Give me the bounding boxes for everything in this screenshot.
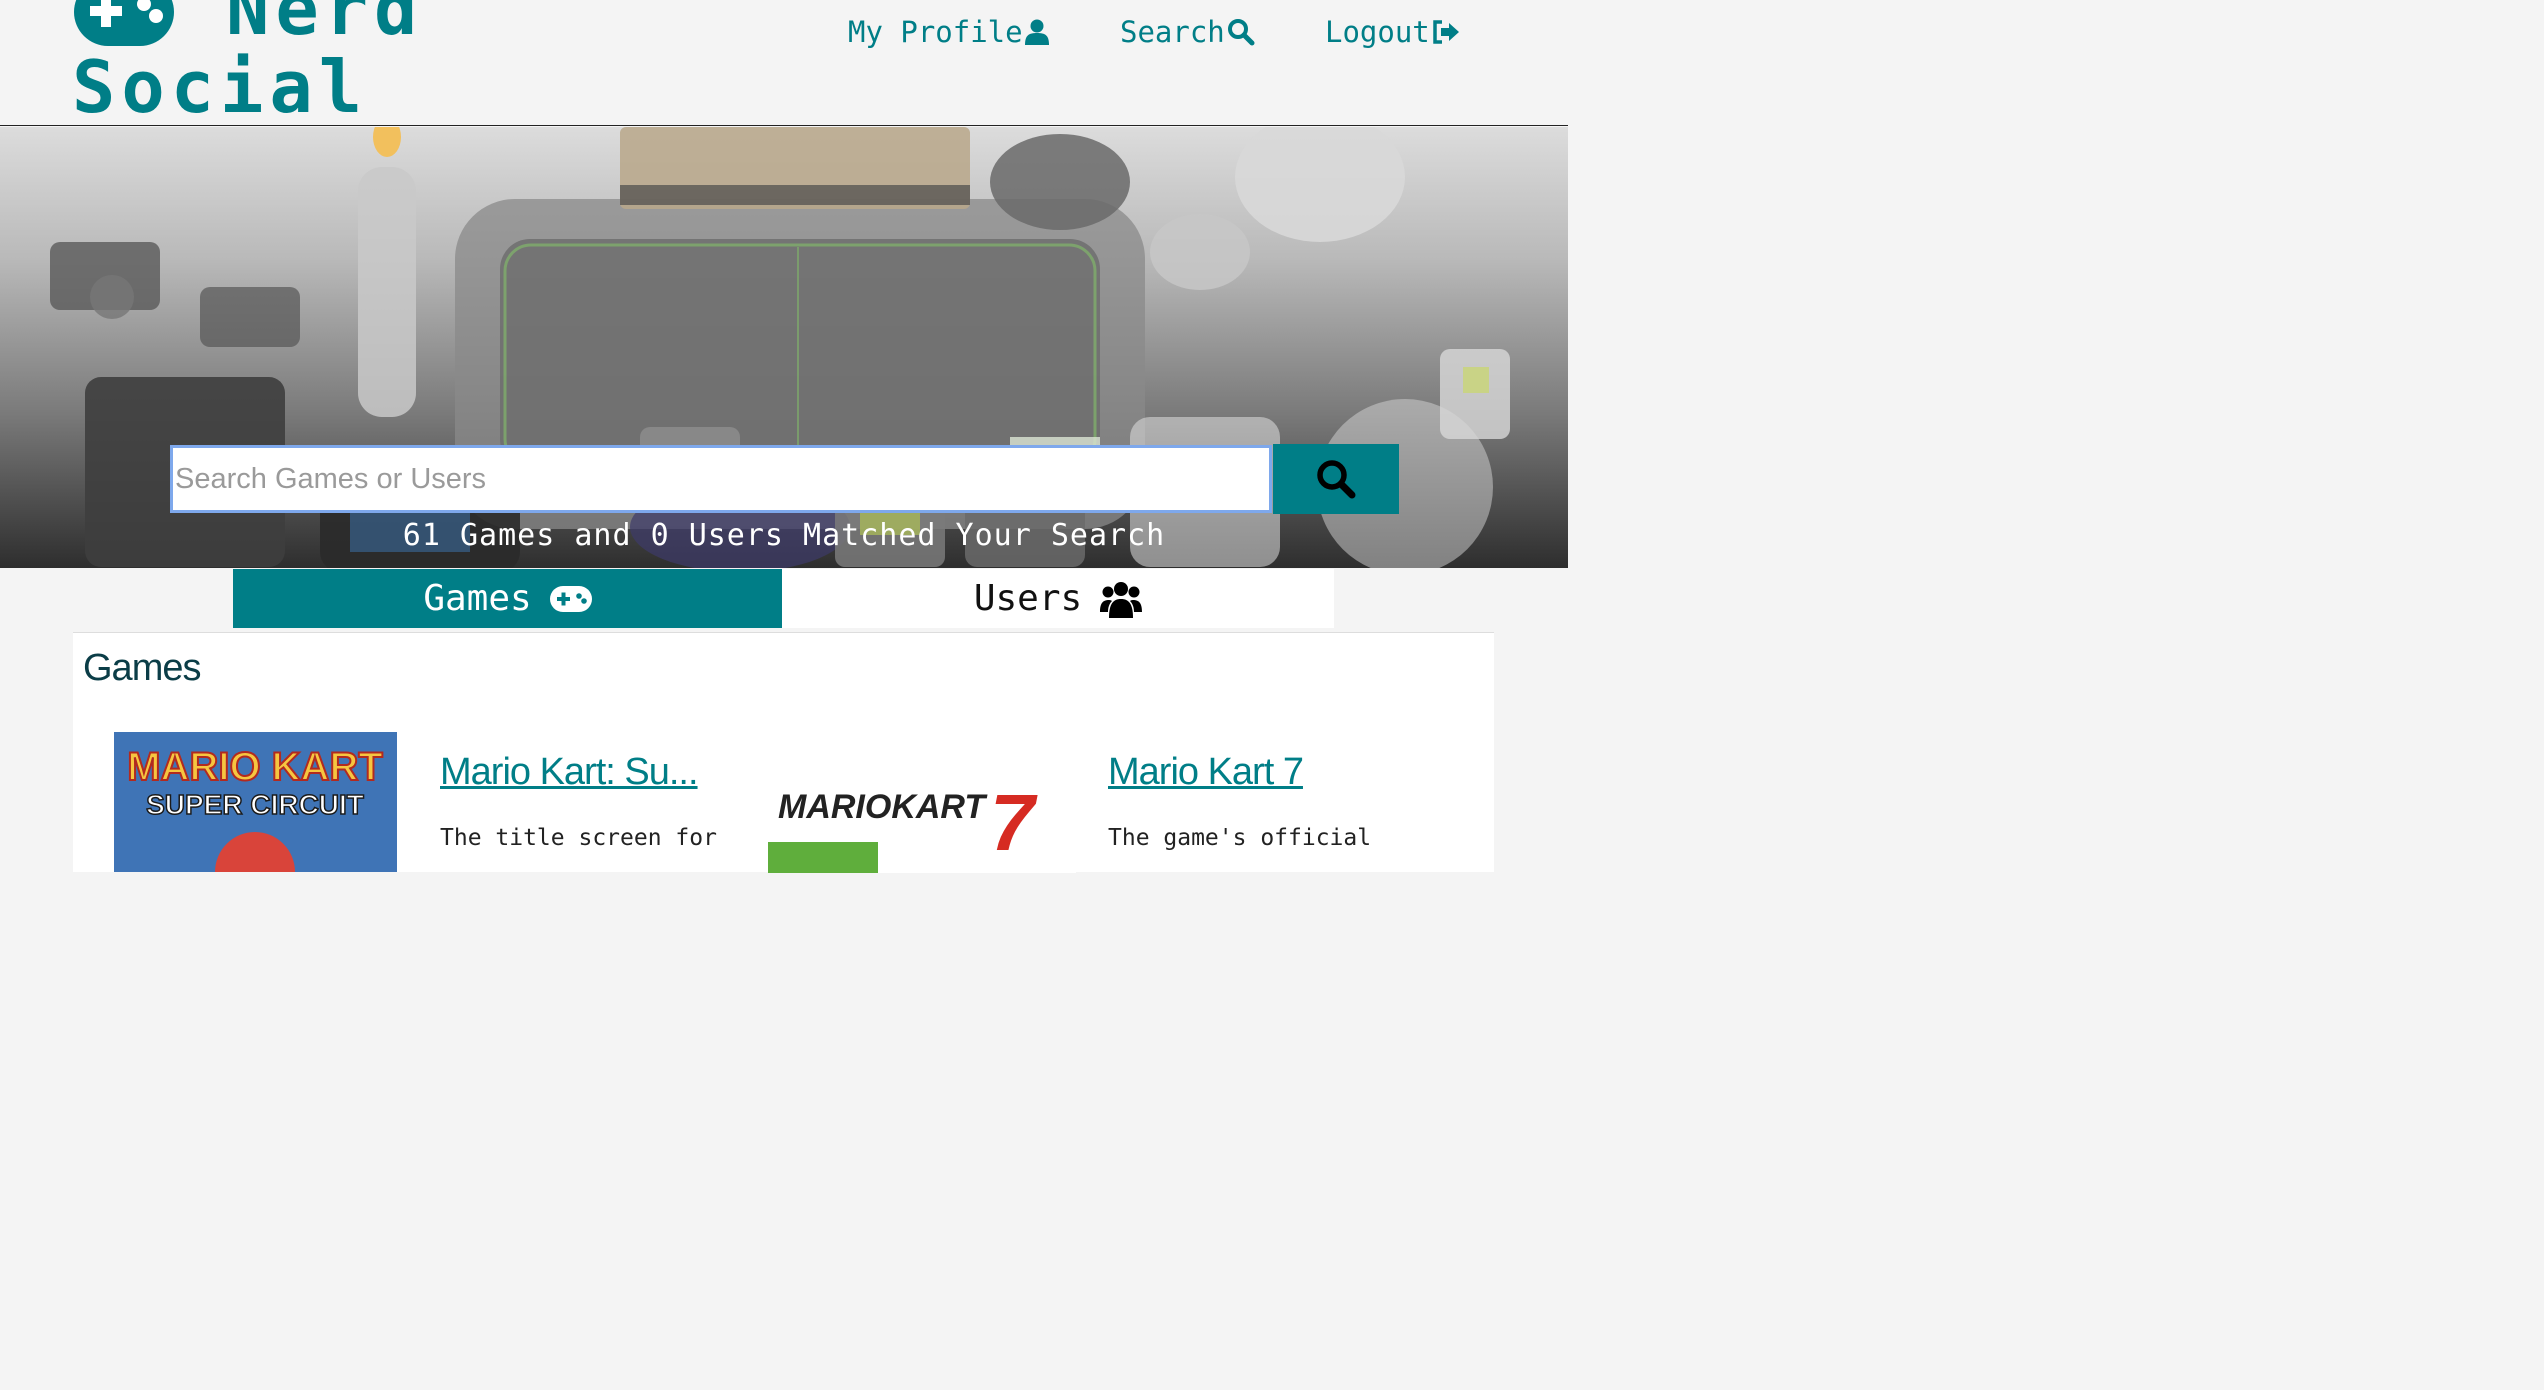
- nav-logout-label: Logout: [1325, 15, 1430, 49]
- search-icon: [1227, 19, 1255, 46]
- nav-logout[interactable]: Logout: [1325, 12, 1460, 52]
- tab-games[interactable]: Games: [233, 569, 782, 628]
- tab-users[interactable]: Users: [782, 569, 1334, 628]
- search-submit-button[interactable]: [1273, 444, 1399, 514]
- search-input[interactable]: [170, 445, 1272, 513]
- site-header: Nerd Social My Profile Search Logout: [0, 0, 1568, 126]
- cover-title-line1: MARIOKART: [778, 788, 988, 826]
- nav-my-profile[interactable]: My Profile: [848, 12, 1049, 52]
- cover-title-line1: MARIO KART: [127, 745, 383, 789]
- cover-title-line2: SUPER CIRCUIT: [146, 789, 364, 820]
- nav-search-label: Search: [1120, 15, 1225, 49]
- hero-banner: 61 Games and 0 Users Matched Your Search: [0, 127, 1568, 568]
- gamepad-logo-icon: [74, 0, 174, 46]
- game-description: The game's official: [1108, 825, 1372, 851]
- game-cover-image[interactable]: MARIOKART 7: [768, 770, 1076, 873]
- site-logo[interactable]: Nerd Social: [72, 0, 424, 126]
- nav-my-profile-label: My Profile: [848, 15, 1023, 49]
- search-icon: [1317, 460, 1356, 499]
- nav-search[interactable]: Search: [1120, 12, 1255, 52]
- sign-out-icon: [1433, 20, 1459, 44]
- gamepad-icon: [549, 585, 592, 612]
- tab-users-label: Users: [973, 578, 1083, 619]
- game-description: The title screen for: [440, 825, 717, 851]
- mario-kart-super-circuit-cover: MARIO KART SUPER CIRCUIT: [114, 732, 397, 872]
- game-title-link[interactable]: Mario Kart: Su...: [440, 751, 699, 794]
- mario-kart-7-cover: MARIOKART 7: [768, 770, 1076, 873]
- result-tabs: Games Users: [233, 569, 1334, 629]
- tab-games-label: Games: [423, 578, 532, 619]
- user-icon: [1024, 19, 1049, 45]
- logo-title-line1: Nerd: [226, 0, 424, 51]
- search-result-summary: 61 Games and 0 Users Matched Your Search: [402, 518, 1166, 553]
- logo-title-line2: Social: [72, 45, 369, 126]
- results-panel: Games MARIO KART SUPER CIRCUIT Mario Kar…: [73, 632, 1494, 873]
- section-title: Games: [83, 647, 201, 689]
- cover-title-line2: 7: [990, 778, 1038, 867]
- users-icon: [1100, 581, 1143, 618]
- game-cover-image[interactable]: MARIO KART SUPER CIRCUIT: [114, 732, 397, 872]
- game-title-link[interactable]: Mario Kart 7: [1108, 751, 1304, 794]
